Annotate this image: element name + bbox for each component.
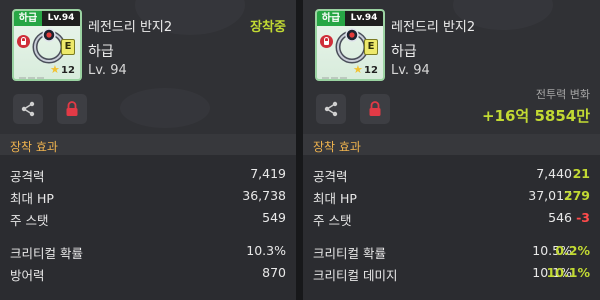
stat-delta: 0.2% <box>555 243 590 258</box>
section-title: 장착 효과 <box>313 140 361 154</box>
item-name: 레전드리 반지2 <box>88 20 173 35</box>
stat-row-attack: 공격력 7,440 21 <box>303 162 600 184</box>
grade-badge: 하급 <box>317 11 345 26</box>
stat-delta: 279 <box>563 188 590 203</box>
panel-divider <box>296 0 303 300</box>
stat-label: 공격력 <box>10 169 45 184</box>
stat-label: 주 스탯 <box>10 213 49 228</box>
item-level: Lv. 94 <box>391 63 430 78</box>
stat-delta: -3 <box>576 210 590 225</box>
lock-icon <box>17 35 30 48</box>
stat-row-main-stat: 주 스탯 549 <box>0 206 296 228</box>
stat-row-crit-rate: 크리티컬 확률 10.3% <box>0 239 296 261</box>
grade-badge: 하급 <box>14 11 42 26</box>
item-grade: 하급 <box>391 44 417 60</box>
item-header: 하급 Lv.94 E ★ 12 레전드리 반지2 장착중 하급 Lv. 94 <box>0 0 296 134</box>
item-header: 하급 Lv.94 E ★ 12 레전드리 반지2 하급 Lv. 94 전투력 변… <box>303 0 600 134</box>
slot-indicators <box>19 68 46 79</box>
stat-value: 7,419 <box>250 166 286 181</box>
stat-row-attack: 공격력 7,419 <box>0 162 296 184</box>
stat-delta: 21 <box>572 166 590 181</box>
stat-label: 주 스탯 <box>313 213 352 228</box>
stat-list: 공격력 7,419 최대 HP 36,738 주 스탯 549 크리티컬 확률 … <box>0 162 296 283</box>
equipped-status: 장착중 <box>250 20 286 35</box>
share-icon <box>324 101 338 117</box>
lock-icon <box>66 101 78 116</box>
lock-icon <box>320 35 333 48</box>
stat-value: 10.3% <box>246 243 286 258</box>
power-change-label: 전투력 변화 <box>535 88 590 101</box>
stat-row-max-hp: 최대 HP 37,017 279 <box>303 184 600 206</box>
equip-effect-header: 장착 효과 <box>0 134 296 155</box>
rank-badge: E <box>61 39 75 55</box>
compare-item-panel: 하급 Lv.94 E ★ 12 레전드리 반지2 하급 Lv. 94 전투력 변… <box>303 0 600 300</box>
lock-icon <box>369 101 381 116</box>
level-badge: Lv.94 <box>345 11 383 26</box>
stat-value: 36,738 <box>242 188 286 203</box>
equipped-item-panel: 하급 Lv.94 E ★ 12 레전드리 반지2 장착중 하급 Lv. 94 장… <box>0 0 296 300</box>
section-title: 장착 효과 <box>10 140 58 154</box>
stat-label: 방어력 <box>10 268 45 283</box>
stat-value: 870 <box>262 265 286 280</box>
lock-button[interactable] <box>57 94 87 124</box>
lock-button[interactable] <box>360 94 390 124</box>
stat-value: 549 <box>262 210 286 225</box>
item-name: 레전드리 반지2 <box>391 20 476 35</box>
stat-label: 최대 HP <box>313 191 357 206</box>
stat-label: 크리티컬 확률 <box>313 246 386 261</box>
stat-row-main-stat: 주 스탯 546 -3 <box>303 206 600 228</box>
stat-label: 크리티컬 데미지 <box>313 268 398 283</box>
item-icon-card[interactable]: 하급 Lv.94 E ★ 12 <box>315 9 385 81</box>
star-icon: ★ <box>50 63 60 76</box>
stat-row-crit-rate: 크리티컬 확률 10.5% 0.2% <box>303 239 600 261</box>
stat-label: 공격력 <box>313 169 348 184</box>
stat-label: 크리티컬 확률 <box>10 246 83 261</box>
star-count: 12 <box>364 65 378 76</box>
item-icon-card[interactable]: 하급 Lv.94 E ★ 12 <box>12 9 82 81</box>
stat-value: 546 <box>548 210 572 225</box>
background-decoration <box>120 88 210 128</box>
share-button[interactable] <box>316 94 346 124</box>
share-icon <box>21 101 35 117</box>
share-button[interactable] <box>13 94 43 124</box>
item-grade: 하급 <box>88 44 114 60</box>
stat-row-crit-damage: 크리티컬 데미지 10.1% 10.1% <box>303 261 600 283</box>
level-badge: Lv.94 <box>42 11 80 26</box>
rank-badge: E <box>364 39 378 55</box>
stat-row-max-hp: 최대 HP 36,738 <box>0 184 296 206</box>
slot-indicators <box>322 68 349 79</box>
stat-row-defense: 방어력 870 <box>0 261 296 283</box>
power-change-value: +16억 5854만 <box>481 107 590 125</box>
star-icon: ★ <box>353 63 363 76</box>
equip-effect-header: 장착 효과 <box>303 134 600 155</box>
stat-value: 7,440 <box>536 166 572 181</box>
star-count: 12 <box>61 65 75 76</box>
stat-label: 최대 HP <box>10 191 54 206</box>
item-level: Lv. 94 <box>88 63 127 78</box>
stat-list: 공격력 7,440 21 최대 HP 37,017 279 주 스탯 546 -… <box>303 162 600 283</box>
stat-delta: 10.1% <box>546 265 590 280</box>
